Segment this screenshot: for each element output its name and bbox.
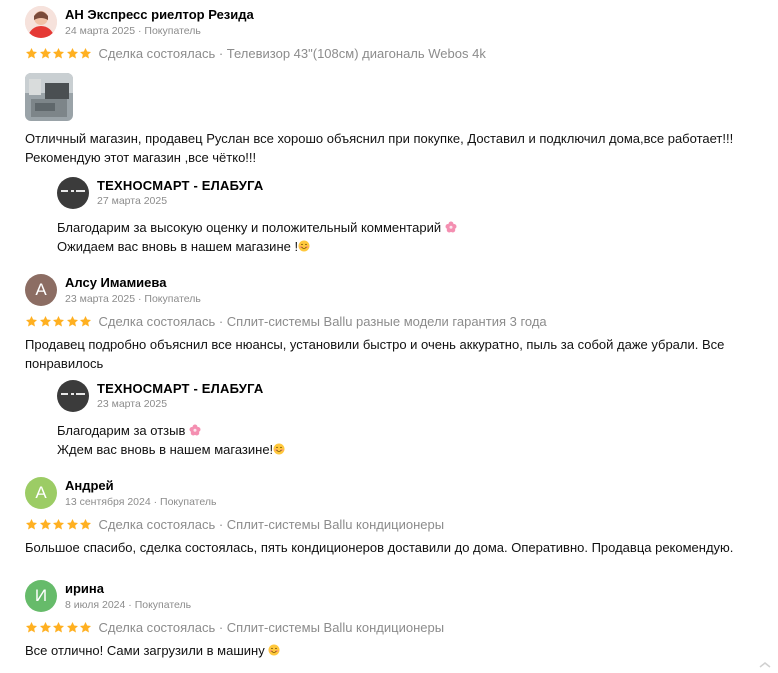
review-text-line: Рекомендую этот магазин ,все чётко!!! xyxy=(25,150,257,165)
author-name[interactable]: Андрей xyxy=(65,478,216,494)
rating-stars xyxy=(25,315,93,328)
rating-stars xyxy=(25,621,93,634)
review-text-line: Продавец подробно объяснил все нюансы, у… xyxy=(25,337,725,352)
seller-reply: ТЕХНОСМАРТ - ЕЛАБУГА 27 марта 2025 Благо… xyxy=(57,177,768,256)
review-date: 8 июля 2024 xyxy=(65,598,126,611)
review-date: 24 марта 2025 xyxy=(65,24,136,37)
avatar[interactable]: А xyxy=(25,274,57,306)
rating-stars xyxy=(25,518,93,531)
star-icon xyxy=(25,47,38,60)
avatar-initial: И xyxy=(34,586,48,605)
star-icon xyxy=(25,621,38,634)
review-text-line: Все отлично! Сами загрузили в машину xyxy=(25,643,265,658)
review-item: А Алсу Имамиева 23 марта 2025 · Покупате… xyxy=(25,274,768,373)
flower-emoji-icon xyxy=(445,221,457,233)
avatar[interactable]: А xyxy=(25,477,57,509)
review-date: 13 сентября 2024 xyxy=(65,495,151,508)
flower-emoji-icon xyxy=(189,424,201,436)
star-icon xyxy=(52,518,65,531)
deal-status: Сделка состоялась xyxy=(98,314,216,329)
reply-text-line: Ждем вас вновь в нашем магазине! xyxy=(57,442,274,457)
reviewer-role: Покупатель xyxy=(134,598,192,611)
deal-status: Сделка состоялась xyxy=(98,517,216,532)
user-photo-icon xyxy=(25,6,57,38)
review-item: И ирина 8 июля 2024 · Покупатель Сделка … xyxy=(25,580,445,658)
rating-stars xyxy=(25,47,93,60)
star-icon xyxy=(66,47,79,60)
star-icon xyxy=(39,315,52,328)
review-text-line: понравилось xyxy=(25,356,104,371)
star-icon xyxy=(52,621,65,634)
deal-status: Сделка состоялась xyxy=(98,46,216,61)
star-icon xyxy=(25,518,38,531)
scroll-corner-icon xyxy=(759,662,771,668)
star-icon xyxy=(52,315,65,328)
star-icon xyxy=(25,315,38,328)
product-name[interactable]: Сплит-системы Ballu кондиционеры xyxy=(227,517,444,532)
avatar-initial: А xyxy=(35,280,47,299)
shop-name[interactable]: ТЕХНОСМАРТ - ЕЛАБУГА xyxy=(97,381,263,396)
star-icon xyxy=(52,47,65,60)
star-icon xyxy=(66,518,79,531)
star-icon xyxy=(39,518,52,531)
reviewer-role: Покупатель xyxy=(144,292,201,305)
reply-date: 27 марта 2025 xyxy=(97,195,168,207)
reply-text-line: Благодарим за высокую оценку и положител… xyxy=(57,220,442,235)
star-icon xyxy=(39,621,52,634)
reviewer-role: Покупатель xyxy=(160,495,217,508)
star-icon xyxy=(79,518,92,531)
smile-emoji-icon xyxy=(298,240,310,252)
shop-name[interactable]: ТЕХНОСМАРТ - ЕЛАБУГА xyxy=(97,178,263,193)
review-item: А Андрей 13 сентября 2024 · Покупатель С… xyxy=(25,477,768,557)
product-name[interactable]: Телевизор 43"(108см) диагональ Webos 4k xyxy=(227,46,486,61)
avatar[interactable] xyxy=(25,6,57,38)
review-date: 23 марта 2025 xyxy=(65,292,136,305)
review-text-line: Большое спасибо, сделка состоялась, пять… xyxy=(25,540,734,555)
avatar-initial: А xyxy=(35,483,47,502)
review-photo[interactable] xyxy=(25,73,73,121)
product-name[interactable]: Сплит-системы Ballu разные модели гарант… xyxy=(227,314,547,329)
product-name[interactable]: Сплит-системы Ballu кондиционеры xyxy=(227,620,444,635)
shop-logo[interactable] xyxy=(57,177,89,209)
smile-emoji-icon xyxy=(268,644,280,656)
seller-reply: ТЕХНОСМАРТ - ЕЛАБУГА 23 марта 2025 Благо… xyxy=(57,380,768,459)
reply-date: 23 марта 2025 xyxy=(97,398,168,410)
reply-text-line: Благодарим за отзыв xyxy=(57,423,186,438)
review-item: АН Экспресс риелтор Резида 24 марта 2025… xyxy=(25,6,768,167)
review-text-line: Отличный магазин, продавец Руслан все хо… xyxy=(25,131,734,146)
reply-text-line: Ожидаем вас вновь в нашем магазине ! xyxy=(57,239,299,254)
star-icon xyxy=(66,315,79,328)
smile-emoji-icon xyxy=(273,443,285,455)
deal-status: Сделка состоялась xyxy=(98,620,216,635)
shop-logo[interactable] xyxy=(57,380,89,412)
star-icon xyxy=(39,47,52,60)
star-icon xyxy=(79,315,92,328)
star-icon xyxy=(66,621,79,634)
photo-thumbnail-icon xyxy=(25,73,73,121)
reviewer-role: Покупатель xyxy=(144,24,201,37)
star-icon xyxy=(79,47,92,60)
author-name[interactable]: Алсу Имамиева xyxy=(65,275,201,291)
author-name[interactable]: АН Экспресс риелтор Резида xyxy=(65,7,254,23)
avatar[interactable]: И xyxy=(25,580,57,612)
star-icon xyxy=(79,621,92,634)
author-name[interactable]: ирина xyxy=(65,581,191,597)
